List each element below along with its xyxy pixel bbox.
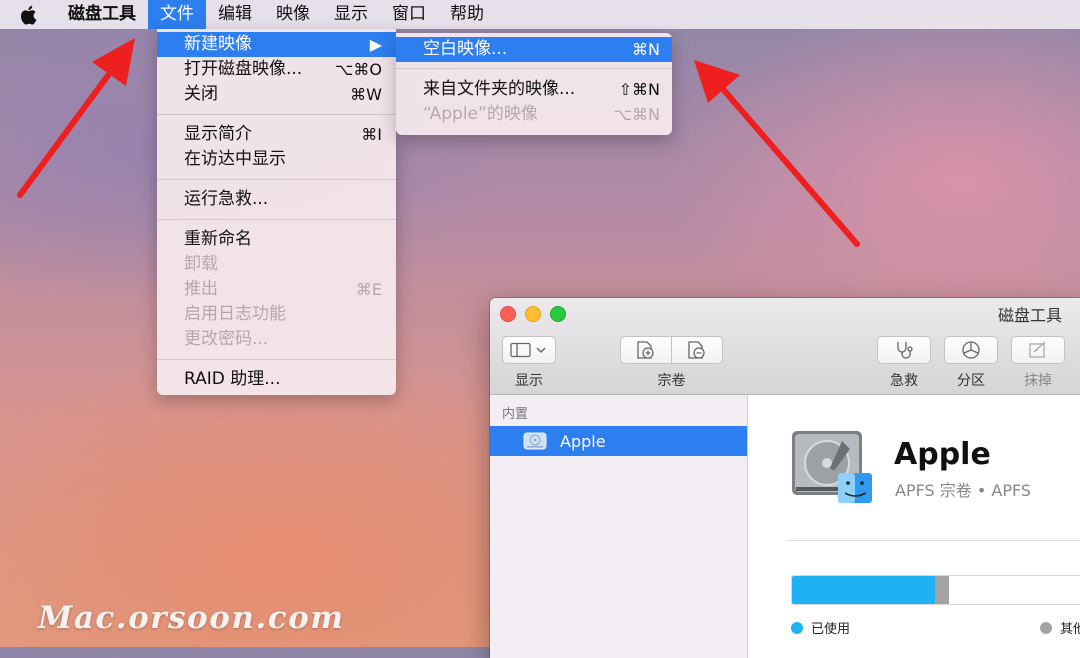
arrow-right-icon (694, 60, 860, 247)
legend-used: 已使用 (791, 618, 850, 637)
legend-other-label: 其他 (1060, 622, 1080, 637)
stethoscope-icon (897, 342, 913, 359)
view-label: 显示 (515, 373, 543, 389)
first-aid-button[interactable] (877, 336, 931, 364)
first-aid-label: 急救 (890, 373, 918, 389)
add-volume-icon (637, 341, 654, 359)
legend-other: 其他 (1040, 618, 1080, 637)
partition-label: 分区 (957, 373, 985, 389)
volume-subtitle: APFS 宗卷 • APFS (895, 481, 1032, 500)
usage-other-segment (935, 576, 950, 604)
add-volume-button[interactable] (620, 336, 672, 364)
sidebar-item-label: Apple (560, 431, 606, 451)
volume-name: Apple (894, 437, 991, 472)
erase-icon (1029, 341, 1046, 358)
hard-drive-icon (792, 431, 872, 503)
zoom-button[interactable] (550, 306, 566, 322)
volume-label: 宗卷 (657, 373, 686, 389)
disk-utility-window: 磁盘工具 显示 宗卷 急救 分区 抹掉 内置 Apple Apple APFS … (490, 298, 1080, 658)
partition-icon (962, 341, 980, 359)
divider (788, 540, 1080, 541)
disk-icon (523, 432, 547, 450)
other-color-dot (1040, 621, 1052, 634)
close-button[interactable] (500, 306, 516, 322)
used-color-dot (791, 621, 803, 634)
window-controls (500, 306, 566, 322)
sidebar-section-internal: 内置 (502, 407, 529, 422)
storage-usage-bar (791, 575, 1080, 605)
view-button[interactable] (502, 336, 556, 364)
watermark: Mac.orsoon.com (38, 600, 345, 636)
remove-volume-icon (688, 341, 705, 359)
sidebar: 内置 Apple (490, 395, 748, 658)
arrow-left-icon (17, 38, 135, 198)
erase-button[interactable] (1011, 336, 1065, 364)
window-toolbar: 磁盘工具 显示 宗卷 急救 分区 抹掉 (490, 298, 1080, 395)
sidebar-toggle-icon (510, 342, 546, 358)
volume-detail: Apple APFS 宗卷 • APFS 已使用 其他 (748, 395, 1080, 658)
minimize-button[interactable] (525, 306, 541, 322)
window-title: 磁盘工具 (998, 306, 1063, 325)
legend-used-label: 已使用 (811, 622, 851, 637)
partition-button[interactable] (944, 336, 998, 364)
remove-volume-button[interactable] (671, 336, 723, 364)
erase-label: 抹掉 (1024, 373, 1052, 389)
usage-used-segment (792, 576, 936, 604)
sidebar-item-apple[interactable]: Apple (490, 426, 747, 456)
